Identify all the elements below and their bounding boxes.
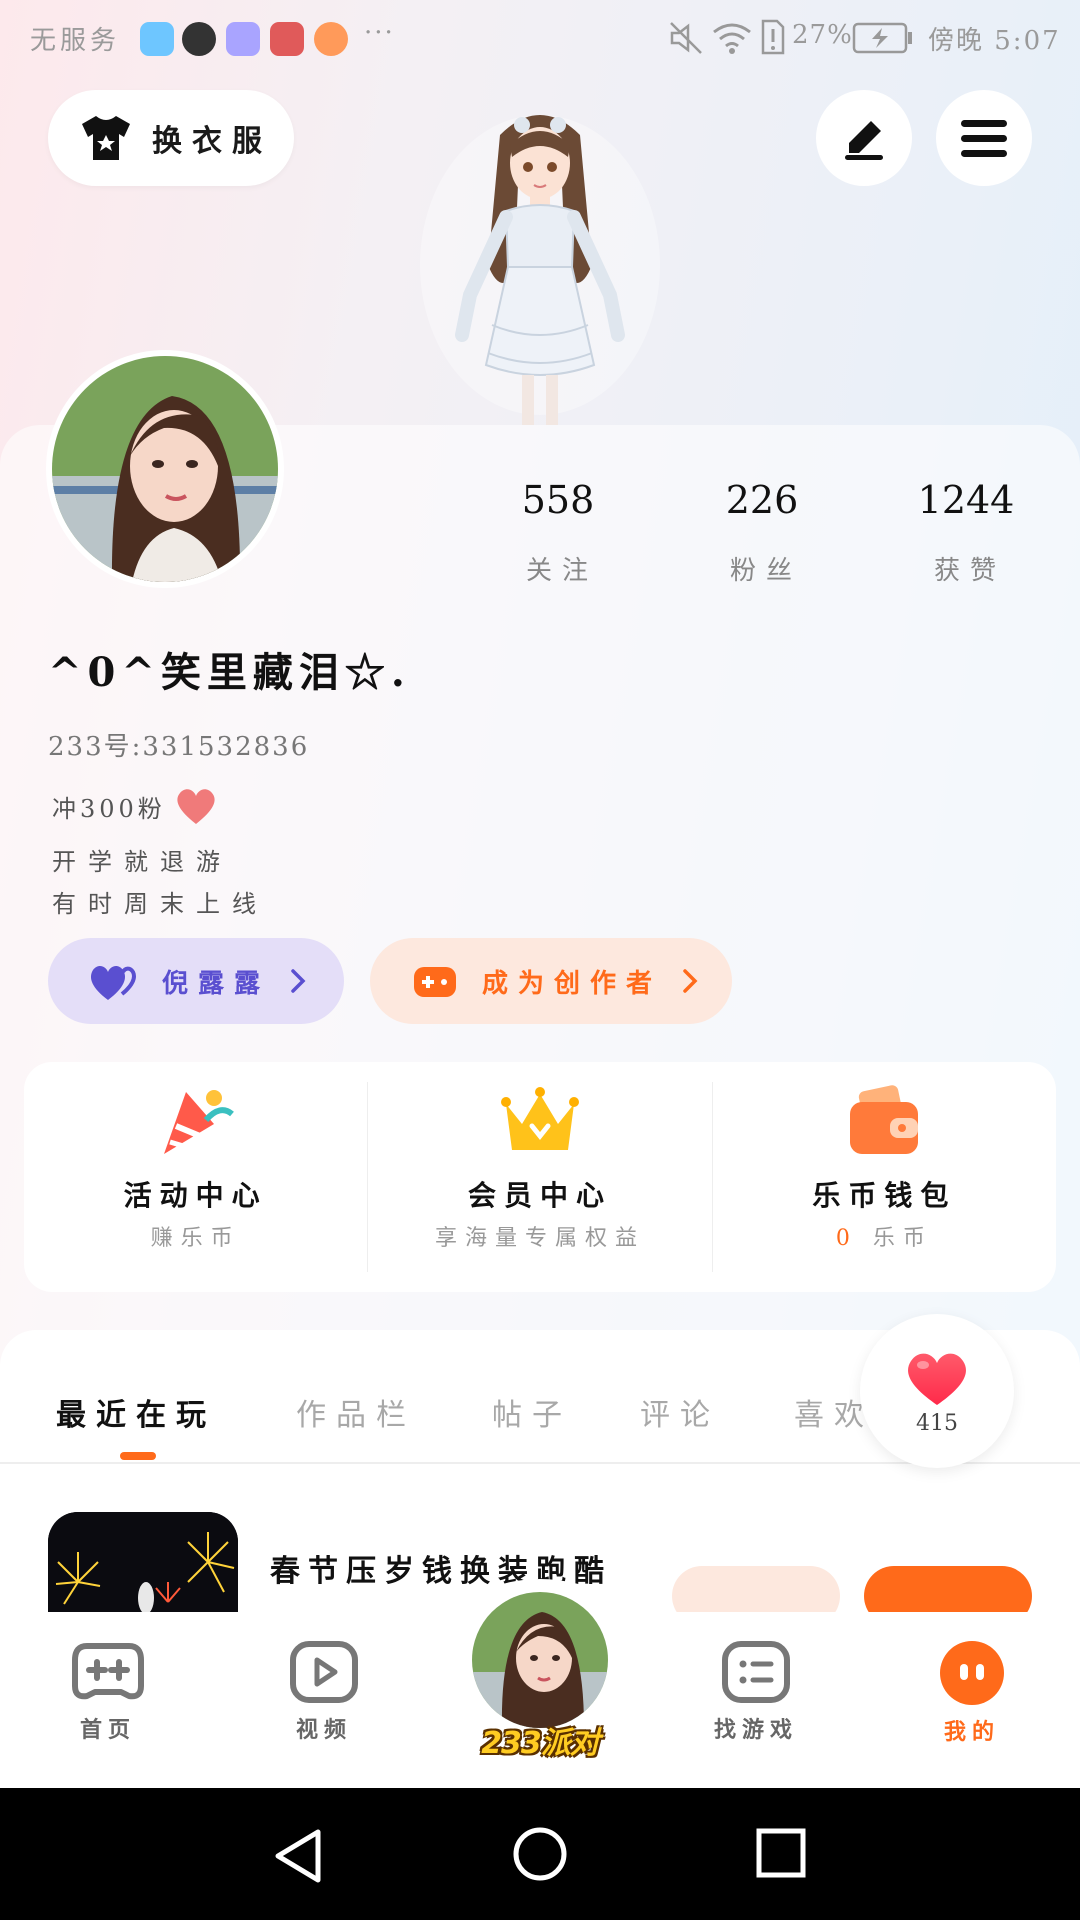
clock: 傍晚 5:07	[928, 26, 1061, 56]
back-icon[interactable]	[272, 1828, 324, 1884]
bio-line-2: 开学就退游	[52, 848, 232, 876]
system-navigation-bar	[0, 1788, 1080, 1920]
coin-balance: 0	[835, 1226, 858, 1251]
chevron-right-icon	[683, 969, 698, 993]
nav-video-label: 视频	[295, 1717, 352, 1743]
following-count[interactable]: 558	[478, 478, 638, 522]
change-outfit-label: 换衣服	[152, 124, 272, 159]
nav-party-label[interactable]: 233派对	[470, 1718, 610, 1762]
ni-lulu-label: 倪露露	[162, 968, 271, 999]
status-bar: 无服务 ··· 27% 傍晚 5:07	[0, 0, 1080, 78]
sim-alert-icon	[761, 19, 785, 55]
activity-center-item[interactable]: 活动中心 赚乐币	[24, 1062, 367, 1292]
tshirt-icon	[82, 116, 130, 160]
activity-center-subtitle: 赚乐币	[150, 1226, 241, 1251]
like-bubble-button[interactable]: 415	[860, 1314, 1014, 1468]
bio-line-1: 冲300粉	[52, 794, 166, 823]
vip-center-title: 会员中心	[467, 1179, 612, 1212]
tab-posts[interactable]: 帖子	[492, 1390, 572, 1434]
ni-lulu-tag-button[interactable]: 倪露露	[48, 938, 344, 1024]
bio-line-3: 有时周末上线	[52, 890, 268, 918]
user-id[interactable]: 233号:331532836	[48, 726, 309, 763]
nav-party-avatar[interactable]	[468, 1588, 612, 1732]
party-popper-icon	[163, 1090, 234, 1154]
battery-charging-icon	[852, 22, 912, 54]
change-outfit-button[interactable]: 换衣服	[48, 90, 294, 186]
coin-wallet-item[interactable]: 乐币钱包 0 乐币	[713, 1062, 1056, 1292]
video-icon	[270, 22, 304, 56]
followers-count[interactable]: 226	[682, 478, 842, 522]
pen-icon	[845, 121, 883, 160]
mute-icon	[670, 22, 702, 54]
nav-video[interactable]: 视频	[264, 1640, 384, 1744]
nav-find-games-label: 找游戏	[713, 1717, 798, 1743]
avatar-character-image[interactable]	[400, 95, 680, 425]
wifi-icon	[713, 23, 751, 54]
services-panel: 活动中心 赚乐币 会员中心 享海量专属权益 乐币钱包 0 乐币	[24, 1062, 1056, 1292]
double-heart-icon	[90, 965, 136, 1000]
likes-received-label: 获赞	[933, 556, 1006, 586]
crown-icon	[500, 1087, 579, 1150]
menu-button[interactable]	[936, 90, 1032, 186]
wallet-icon	[850, 1085, 919, 1154]
bio-first-line: 冲300粉	[52, 786, 218, 826]
more-notifications: ···	[364, 18, 395, 48]
tiktok-icon	[182, 22, 216, 56]
tab-comments[interactable]: 评论	[640, 1390, 720, 1434]
carrier-text: 无服务	[30, 26, 121, 56]
heart-icon	[908, 1353, 966, 1405]
play-video-icon	[290, 1641, 358, 1703]
avatar-photo	[52, 356, 278, 582]
recents-icon[interactable]	[756, 1828, 806, 1878]
profile-face-icon	[940, 1641, 1004, 1705]
coin-wallet-subtitle: 0 乐币	[836, 1220, 933, 1252]
nav-me[interactable]: 我的	[912, 1640, 1032, 1746]
nav-home-label: 首页	[79, 1717, 136, 1743]
become-creator-button[interactable]: 成为创作者	[370, 938, 732, 1024]
nav-home[interactable]: 首页	[48, 1640, 168, 1744]
list-icon	[722, 1641, 790, 1703]
tab-works[interactable]: 作品栏	[296, 1390, 416, 1434]
chevron-right-icon	[291, 969, 306, 993]
music-icon	[226, 22, 260, 56]
coin-wallet-title: 乐币钱包	[812, 1179, 957, 1212]
game-app-icon	[314, 22, 348, 56]
hamburger-icon	[961, 120, 1007, 157]
nav-me-label: 我的	[943, 1719, 1000, 1745]
party-avatar-photo	[472, 1592, 608, 1728]
followers-label: 粉丝	[729, 556, 802, 586]
home-icon[interactable]	[512, 1826, 568, 1882]
tab-recently-played[interactable]: 最近在玩	[56, 1390, 216, 1434]
battery-percent: 27%	[792, 20, 853, 50]
active-tab-indicator	[120, 1452, 156, 1460]
vip-center-subtitle: 享海量专属权益	[434, 1226, 645, 1251]
following-label: 关注	[525, 556, 598, 586]
heart-emoji-icon	[177, 789, 215, 824]
become-creator-label: 成为创作者	[482, 968, 663, 999]
profile-avatar[interactable]	[46, 350, 284, 588]
nav-find-games[interactable]: 找游戏	[696, 1640, 816, 1744]
gamepad-plus-icon	[414, 967, 456, 997]
likes-received-count[interactable]: 1244	[886, 478, 1046, 522]
edit-profile-button[interactable]	[816, 90, 912, 186]
username: ^0^笑里藏泪☆.	[48, 649, 411, 696]
gamepad-icon	[72, 1643, 144, 1700]
app-notification-icon	[140, 22, 174, 56]
activity-center-title: 活动中心	[123, 1179, 268, 1212]
vip-center-item[interactable]: 会员中心 享海量专属权益	[368, 1062, 711, 1292]
like-count: 415	[916, 1410, 958, 1436]
coin-unit: 乐币	[872, 1226, 933, 1251]
